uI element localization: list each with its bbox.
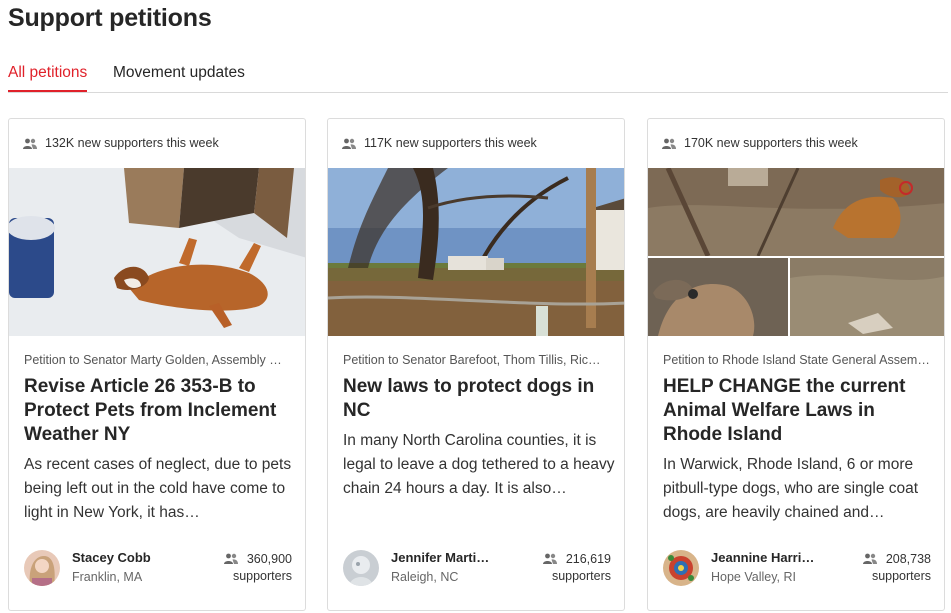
people-icon — [223, 553, 238, 564]
supporter-count-label: supporters — [232, 569, 292, 583]
petition-footer: Jeannine Harri… Hope Valley, RI 208,738 … — [663, 549, 931, 589]
petition-headline[interactable]: HELP CHANGE the current Animal Welfare L… — [663, 375, 933, 447]
page-title: Support petitions — [8, 4, 212, 32]
author-location: Raleigh, NC — [391, 570, 459, 584]
petition-image[interactable] — [9, 168, 305, 336]
author-location: Hope Valley, RI — [711, 570, 796, 584]
petition-headline[interactable]: New laws to protect dogs in NC — [343, 375, 613, 423]
supporter-count: 216,619 supporters — [542, 550, 611, 583]
petition-target: Petition to Senator Barefoot, Thom Tilli… — [343, 353, 601, 367]
author-location: Franklin, MA — [72, 570, 143, 584]
supporter-count-label: supporters — [551, 569, 611, 583]
supporter-count: 360,900 supporters — [223, 550, 292, 583]
people-icon — [23, 138, 37, 149]
petition-description: In many North Carolina counties, it is l… — [343, 432, 615, 497]
people-icon — [862, 553, 877, 564]
petition-image[interactable] — [328, 168, 624, 336]
avatar — [663, 550, 699, 586]
people-icon — [662, 138, 676, 149]
author-name[interactable]: Jennifer Marti… — [391, 550, 489, 565]
weekly-supporters-text: 117K new supporters this week — [364, 136, 537, 150]
weekly-supporters-text: 132K new supporters this week — [45, 136, 219, 150]
author-name[interactable]: Stacey Cobb — [72, 550, 151, 565]
people-icon — [542, 553, 557, 564]
weekly-supporters: 132K new supporters this week — [23, 135, 219, 151]
avatar — [343, 550, 379, 586]
petition-tabs: All petitions Movement updates — [8, 60, 948, 93]
supporter-count-value: 360,900 — [246, 551, 292, 566]
supporter-count-value: 216,619 — [565, 551, 611, 566]
avatar — [24, 550, 60, 586]
petition-card[interactable]: 132K new supporters this week Petition t… — [8, 118, 306, 611]
petition-footer: Jennifer Marti… Raleigh, NC 216,619 supp… — [343, 549, 611, 589]
people-icon — [342, 138, 356, 149]
tab-all-petitions[interactable]: All petitions — [8, 64, 88, 92]
author-name[interactable]: Jeannine Harri… — [711, 550, 814, 565]
supporter-count: 208,738 supporters — [862, 550, 931, 583]
weekly-supporters: 170K new supporters this week — [662, 135, 858, 151]
petition-description: As recent cases of neglect, due to pets … — [24, 456, 292, 521]
petition-target: Petition to Rhode Island State General A… — [663, 353, 930, 367]
tab-movement-updates[interactable]: Movement updates — [113, 64, 245, 92]
petition-card[interactable]: 117K new supporters this week Petition t… — [327, 118, 625, 611]
petition-description: In Warwick, Rhode Island, 6 or more pitb… — [663, 456, 919, 521]
petition-target: Petition to Senator Marty Golden, Assemb… — [24, 353, 282, 367]
supporter-count-label: supporters — [871, 569, 931, 583]
weekly-supporters-text: 170K new supporters this week — [684, 136, 858, 150]
petition-headline[interactable]: Revise Article 26 353-B to Protect Pets … — [24, 375, 294, 447]
petition-card[interactable]: 170K new supporters this week Petition t… — [647, 118, 945, 611]
weekly-supporters: 117K new supporters this week — [342, 135, 537, 151]
petition-image[interactable] — [648, 168, 944, 336]
petition-footer: Stacey Cobb Franklin, MA 360,900 support… — [24, 549, 292, 589]
supporter-count-value: 208,738 — [885, 551, 931, 566]
